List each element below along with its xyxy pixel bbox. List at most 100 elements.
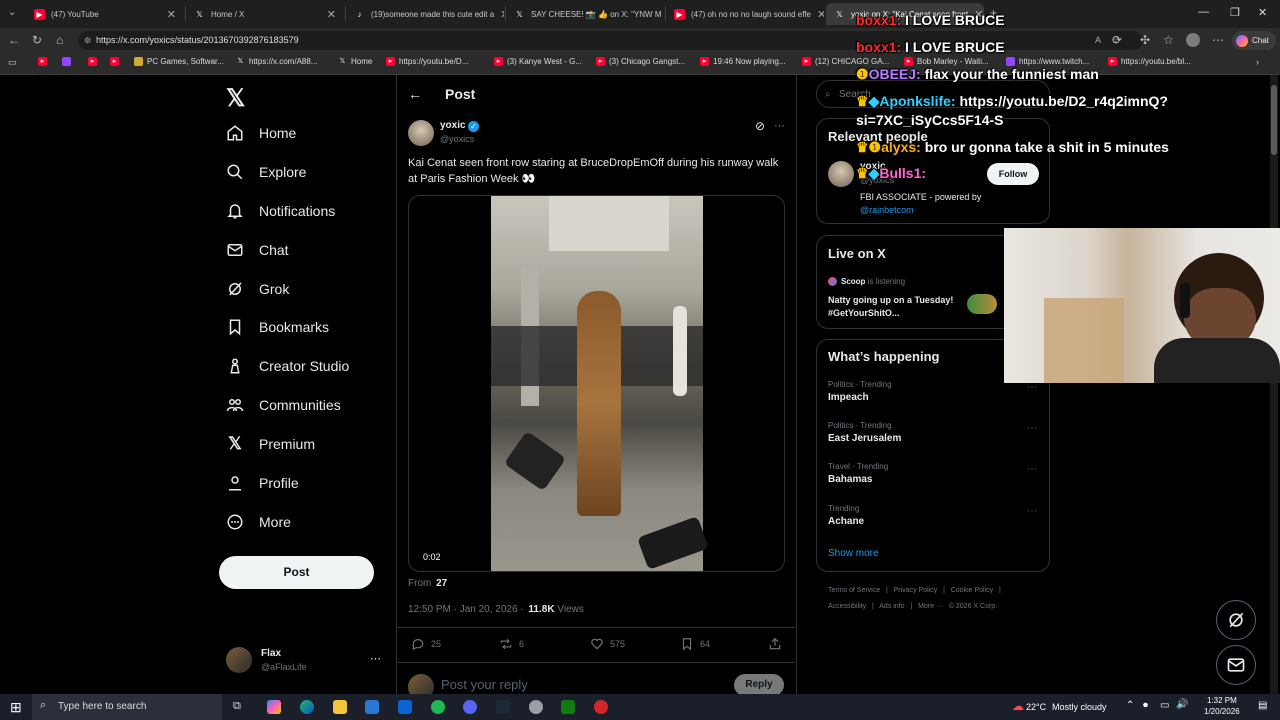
live-space-title[interactable]: Natty going up on a Tuesday! #GetYourShi… — [828, 294, 963, 320]
sidebar-item-premium[interactable]: 𝕏 Premium — [226, 434, 315, 453]
chevron-right-icon[interactable]: › — [1256, 57, 1259, 67]
bookmark-item[interactable]: ▸ https://youtu.be/bl... — [1108, 57, 1191, 66]
discord-icon[interactable] — [463, 700, 477, 714]
avatar[interactable] — [828, 161, 854, 187]
windows-start-icon[interactable]: ⊞ — [10, 699, 22, 716]
browser-tab[interactable]: 𝕏 SAY CHEESE! 📸 👍 on X: "YNW M ✕ — [506, 3, 664, 25]
weather-alert-icon[interactable]: ☁ — [1012, 699, 1024, 713]
author-handle[interactable]: @yoxics — [440, 134, 474, 144]
sidebar-item-more[interactable]: More — [226, 513, 291, 531]
sidebar-item-notifications[interactable]: Notifications — [226, 202, 335, 220]
microphone-icon[interactable]: ⏺ — [1143, 700, 1148, 711]
browser-tab[interactable]: ▶ (47) oh no no no laugh sound effe ✕ — [666, 3, 824, 25]
video-player[interactable]: 0:02 — [408, 195, 785, 572]
sidebar-item-communities[interactable]: Communities — [226, 396, 341, 414]
steam-icon[interactable] — [496, 700, 510, 714]
chevron-up-icon[interactable]: ⌃ — [1126, 700, 1134, 711]
bookmark-item[interactable]: ▸ 19:46 Now playing... — [700, 57, 786, 66]
menu-dots-icon[interactable]: ⋯ — [1212, 33, 1224, 47]
restore-icon[interactable]: ❐ — [1230, 6, 1240, 19]
footer-link[interactable]: Accessibility — [828, 603, 866, 610]
close-icon[interactable]: ✕ — [817, 8, 824, 21]
account-switcher[interactable]: Flax @aFlaxLife ⋯ — [226, 647, 386, 679]
read-aloud-icon[interactable]: A — [1095, 31, 1101, 50]
scrollbar-thumb[interactable] — [1271, 85, 1277, 155]
task-view-icon[interactable]: ⧉ — [233, 700, 247, 714]
bookmark-item[interactable] — [62, 57, 75, 66]
weather-condition[interactable]: Mostly cloudy — [1052, 702, 1107, 712]
sidebar-item-explore[interactable]: Explore — [226, 163, 306, 181]
browser-tab[interactable]: ▶ (47) YouTube ✕ — [26, 3, 184, 25]
footer-link[interactable]: Terms of Service — [828, 587, 880, 594]
person-bio-link[interactable]: @rainbetcom — [860, 205, 914, 215]
bookmark-item[interactable]: ▸ — [88, 57, 101, 66]
bookmark-item[interactable]: ▸ — [38, 57, 51, 66]
mail-app-icon[interactable] — [398, 700, 412, 714]
sidebar-item-bookmarks[interactable]: Bookmarks — [226, 318, 329, 336]
bookmark-item[interactable]: PC Games, Softwar... — [134, 57, 224, 66]
bookmark-item[interactable]: 𝕏https://x.com/A88... — [236, 57, 318, 66]
app-icon[interactable] — [529, 700, 543, 714]
site-info-icon[interactable]: ⚙ — [84, 31, 91, 50]
grok-explain-icon[interactable]: ⊘ — [755, 119, 765, 133]
back-icon[interactable]: ← — [8, 33, 20, 47]
refresh-icon[interactable]: ↻ — [32, 33, 42, 47]
more-dots-icon[interactable]: ⋯ — [1027, 382, 1037, 393]
copilot-chat-button[interactable]: Chat — [1232, 31, 1276, 50]
browser-tab[interactable]: ♪ (19)someone made this cute edit a ✕ — [346, 3, 505, 25]
author-name[interactable]: yoxic — [440, 120, 466, 131]
bookmark-item[interactable]: ▸ Bob Marley - Waiti... — [904, 57, 989, 66]
footer-link[interactable]: Ads info — [879, 603, 904, 610]
sidebar-item-chat[interactable]: Chat — [226, 241, 289, 259]
scrollbar[interactable] — [1270, 75, 1278, 694]
reply-input[interactable]: Post your reply — [441, 677, 528, 692]
like-action[interactable]: 575 — [590, 637, 625, 651]
close-icon[interactable]: ✕ — [327, 8, 336, 21]
footer-more-link[interactable]: More ··· — [918, 603, 943, 610]
author-avatar[interactable] — [408, 120, 434, 146]
bookmark-item[interactable]: ▸ (3) Kanye West - G... — [494, 57, 582, 66]
volume-icon[interactable]: 🔊 — [1176, 699, 1188, 710]
grok-button[interactable] — [1216, 600, 1256, 640]
weather-temperature[interactable]: 22°C — [1026, 702, 1046, 712]
minimize-icon[interactable]: — — [1198, 6, 1209, 18]
follow-button[interactable]: Follow — [987, 163, 1039, 185]
from-value[interactable]: 27 — [436, 578, 447, 589]
bookmark-action[interactable]: 64 — [680, 637, 710, 651]
reply-action[interactable]: 25 — [411, 637, 441, 651]
footer-link[interactable]: Cookie Policy — [951, 587, 993, 594]
more-dots-icon[interactable]: ⋯ — [774, 119, 785, 132]
notifications-icon[interactable]: ▤ — [1258, 700, 1267, 711]
store-icon[interactable] — [365, 700, 379, 714]
clock-time[interactable]: 1:32 PM — [1207, 696, 1237, 705]
back-arrow-icon[interactable]: ← — [408, 86, 422, 102]
trend-item[interactable]: Politics · Trending East Jerusalem ⋯ — [828, 421, 1043, 444]
edge-icon[interactable] — [300, 700, 314, 714]
close-icon[interactable]: ✕ — [500, 8, 504, 21]
repost-action[interactable]: 6 — [499, 637, 524, 651]
bookmark-item[interactable]: 𝕏 Home — [338, 57, 373, 66]
close-window-icon[interactable]: ✕ — [1258, 6, 1267, 19]
obs-icon[interactable] — [594, 700, 608, 714]
taskbar-search[interactable]: ⌕ Type here to search — [32, 694, 222, 720]
show-more-link[interactable]: Show more — [828, 548, 879, 559]
bookmark-item[interactable]: ▸ (12) CHICAGO GA... — [802, 57, 889, 66]
bookmark-item[interactable]: ▸ — [110, 57, 123, 66]
x-logo-icon[interactable]: 𝕏 — [226, 84, 245, 113]
xbox-icon[interactable] — [561, 700, 575, 714]
more-dots-icon[interactable]: ⋯ — [1027, 506, 1037, 517]
sidebar-item-profile[interactable]: Profile — [226, 474, 299, 492]
more-dots-icon[interactable]: ⋯ — [370, 652, 381, 665]
refresh-ext-icon[interactable]: ⟳ — [1112, 33, 1122, 47]
browser-tab[interactable]: 𝕏 Home / X ✕ — [186, 3, 344, 25]
reading-list-icon[interactable]: ▭ — [8, 57, 17, 68]
more-dots-icon[interactable]: ⋯ — [1027, 464, 1037, 475]
messages-button[interactable] — [1216, 645, 1256, 685]
trend-item[interactable]: Trending Achane ⋯ — [828, 504, 1043, 527]
post-button[interactable]: Post — [219, 556, 374, 589]
footer-link[interactable]: Privacy Policy — [894, 587, 938, 594]
home-icon[interactable]: ⌂ — [56, 33, 63, 47]
reply-button[interactable]: Reply — [734, 674, 784, 696]
sidebar-item-home[interactable]: Home — [226, 124, 296, 142]
share-action[interactable] — [768, 637, 782, 651]
